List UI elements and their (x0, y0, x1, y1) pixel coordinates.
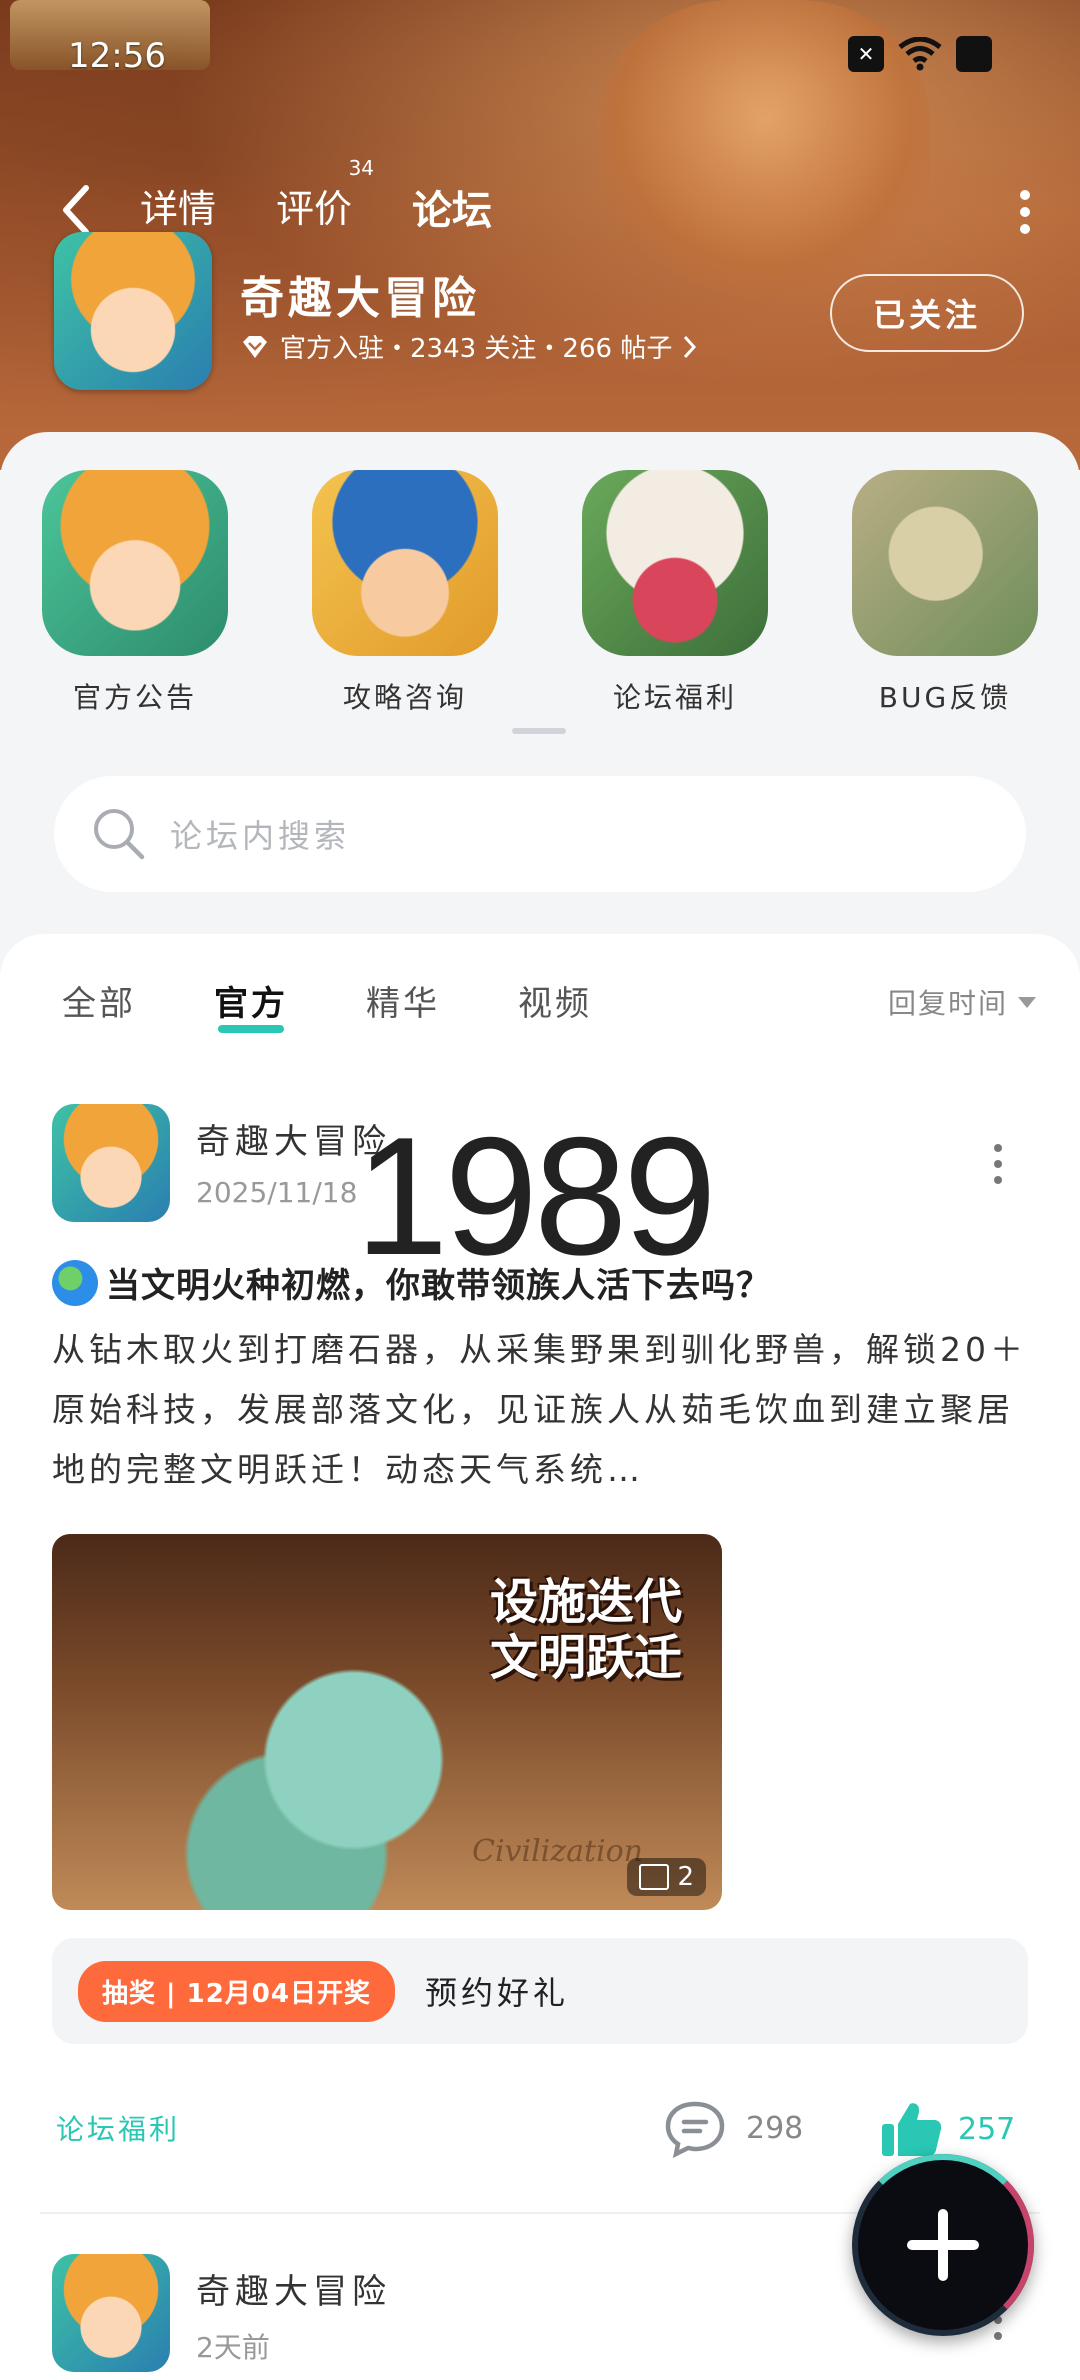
post-author[interactable]: 奇趣大冒险 (196, 2264, 391, 2313)
lottery-tag: 抽奖 | 12月04日开奖 (78, 1960, 395, 2022)
globe-icon (52, 1259, 98, 1306)
like-count: 257 (958, 2111, 1016, 2147)
status-time: 12:56 (68, 36, 166, 76)
post-date: 2天前 (196, 2331, 270, 2364)
notification-close-icon: ✕ (848, 36, 884, 72)
filter-official[interactable]: 官方 (214, 976, 288, 1033)
image-count-badge: 2 (627, 1858, 706, 1896)
search-icon (94, 809, 145, 860)
caret-down-icon (1018, 996, 1036, 1008)
category-guides[interactable]: 攻略咨询 (270, 470, 540, 716)
event-card[interactable]: 抽奖 | 12月04日开奖 预约好礼 (52, 1938, 1028, 2044)
post-body[interactable]: 从钻木取火到打磨石器，从采集野果到驯化野兽，解锁20＋原始科技，发展部落文化，见… (52, 1320, 1028, 1500)
sort-dropdown[interactable]: 回复时间 (888, 982, 1036, 1022)
category-icon (582, 470, 768, 656)
post-date: 2025/11/18 (196, 1176, 358, 1209)
create-post-button[interactable] (852, 2154, 1034, 2336)
post-title[interactable]: 当文明火种初燃，你敢带领族人活下去吗？ (52, 1258, 771, 1307)
tab-details-label: 详情 (140, 187, 217, 231)
search-input[interactable]: 论坛内搜索 (170, 811, 350, 857)
category-label: 攻略咨询 (342, 681, 467, 714)
filter-all[interactable]: 全部 (62, 976, 136, 1025)
category-list: 官方公告 攻略咨询 论坛福利 BUG反馈 (0, 470, 1080, 716)
game-meta-text: 官方入驻・2343 关注・266 帖子 (280, 334, 673, 364)
tab-forum[interactable]: 论坛 (382, 178, 522, 242)
drag-handle[interactable] (512, 728, 566, 734)
diamond-icon (243, 335, 267, 358)
reviews-count-badge: 34 (348, 156, 375, 180)
post-more-icon[interactable] (994, 1144, 1004, 1184)
event-text: 预约好礼 (424, 1974, 569, 2012)
category-label: 论坛福利 (612, 681, 737, 714)
header-tabs: 详情 评价 34 论坛 (140, 156, 522, 242)
chevron-right-icon (684, 335, 697, 358)
post-title-text: 当文明火种初燃，你敢带领族人活下去吗？ (106, 1266, 771, 1306)
tab-reviews[interactable]: 评价 34 (246, 156, 382, 236)
wifi-icon (896, 36, 944, 72)
post-image-caption-line1: 设施迭代 (489, 1574, 682, 1630)
comment-icon (665, 2101, 725, 2158)
battery-icon (956, 36, 992, 72)
category-bug-feedback[interactable]: BUG反馈 (810, 470, 1080, 716)
tab-details[interactable]: 详情 (140, 178, 246, 236)
more-options-icon[interactable] (1020, 190, 1032, 234)
post-image[interactable]: 设施迭代 文明跃迁 Civilization 2 (52, 1534, 722, 1910)
post-image-caption: 设施迭代 文明跃迁 (490, 1574, 682, 1686)
category-label: BUG反馈 (878, 681, 1012, 714)
image-count: 2 (677, 1862, 694, 1892)
comment-count: 298 (746, 2110, 804, 2146)
tab-reviews-label: 评价 (276, 187, 353, 231)
filter-tabs: 全部 官方 精华 视频 (62, 976, 670, 1033)
category-official-announcements[interactable]: 官方公告 (0, 470, 270, 716)
back-icon[interactable] (56, 180, 96, 240)
tab-forum-label: 论坛 (412, 188, 493, 234)
post-image-caption-line2: 文明跃迁 (489, 1630, 682, 1686)
game-avatar[interactable] (54, 232, 212, 390)
author-avatar[interactable] (52, 2254, 170, 2372)
comment-button[interactable]: 298 (662, 2098, 803, 2158)
author-avatar[interactable] (52, 1104, 170, 1222)
post-image-watermark: Civilization (472, 1834, 644, 1869)
forum-search-bar[interactable]: 论坛内搜索 (54, 776, 1026, 892)
like-button[interactable]: 257 (878, 2098, 1015, 2160)
follow-button[interactable]: 已关注 (830, 274, 1024, 352)
filter-featured[interactable]: 精华 (366, 976, 440, 1025)
filter-video[interactable]: 视频 (518, 976, 592, 1025)
header-banner: 12:56 ✕ 详情 评价 34 论坛 奇趣大冒险 官方入驻・2343 关注・26… (0, 0, 1080, 470)
status-icons: ✕ (848, 36, 992, 72)
forum-category-panel: 官方公告 攻略咨询 论坛福利 BUG反馈 论坛内搜索 (0, 432, 1080, 952)
post-footer: 论坛福利 298 257 (52, 2098, 1032, 2158)
post-tag-link[interactable]: 论坛福利 (56, 2108, 180, 2148)
plus-icon (907, 2209, 979, 2281)
sort-label: 回复时间 (887, 987, 1008, 1020)
game-meta-link[interactable]: 官方入驻・2343 关注・266 帖子 (240, 328, 698, 365)
category-icon (42, 470, 228, 656)
game-title: 奇趣大冒险 (240, 273, 480, 324)
category-label: 官方公告 (72, 681, 197, 714)
category-icon (852, 470, 1038, 656)
image-icon (639, 1864, 670, 1890)
category-forum-benefits[interactable]: 论坛福利 (540, 470, 810, 716)
category-icon (312, 470, 498, 656)
thumbs-up-icon (882, 2103, 942, 2156)
